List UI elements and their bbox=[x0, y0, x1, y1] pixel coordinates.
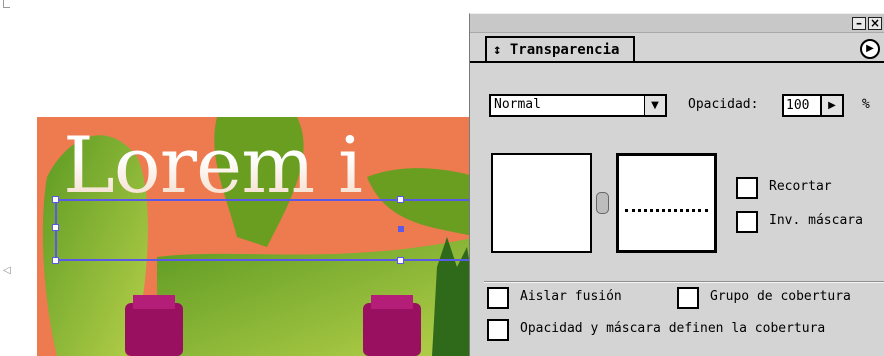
opacity-label: Opacidad: bbox=[688, 97, 759, 112]
tab-label: ↕ Transparencia bbox=[493, 42, 620, 58]
tab-transparencia[interactable]: ↕ Transparencia bbox=[485, 36, 636, 62]
inv-mascara-label: Inv. máscara bbox=[769, 213, 863, 228]
panel-menu-button[interactable]: ▶ bbox=[860, 39, 880, 59]
recortar-label: Recortar bbox=[769, 179, 832, 194]
opacidad-mascara-checkbox[interactable] bbox=[487, 319, 509, 341]
page-arrow-icon: ◁ bbox=[3, 265, 11, 276]
opacity-unit: % bbox=[862, 97, 870, 112]
minimize-button[interactable]: – bbox=[852, 17, 866, 30]
object-thumbnail[interactable] bbox=[491, 153, 592, 253]
crop-mark bbox=[3, 0, 10, 8]
mask-thumbnail[interactable] bbox=[616, 153, 717, 253]
aislar-fusion-label: Aislar fusión bbox=[520, 289, 622, 304]
blend-mode-select[interactable]: Normal ▼ bbox=[489, 94, 667, 117]
selection-handle[interactable] bbox=[52, 196, 59, 203]
grupo-cobertura-label: Grupo de cobertura bbox=[710, 289, 851, 304]
selection-handle[interactable] bbox=[52, 257, 59, 264]
recortar-checkbox[interactable] bbox=[736, 177, 758, 199]
link-icon[interactable] bbox=[596, 192, 609, 214]
selection-center-point[interactable] bbox=[398, 226, 404, 232]
close-button[interactable]: × bbox=[868, 17, 882, 30]
selection-handle[interactable] bbox=[52, 224, 59, 231]
blend-mode-value: Normal bbox=[494, 97, 541, 112]
panel-titlebar[interactable]: – × bbox=[470, 14, 884, 33]
selection-frame[interactable] bbox=[55, 199, 475, 261]
opacity-input[interactable]: 100 bbox=[782, 94, 822, 117]
opacidad-mascara-label: Opacidad y máscara definen la cobertura bbox=[520, 321, 826, 336]
chevron-down-icon[interactable]: ▼ bbox=[644, 96, 665, 115]
mask-preview-line bbox=[625, 209, 708, 212]
selection-handle[interactable] bbox=[397, 196, 404, 203]
opacity-arrow-button[interactable]: ▶ bbox=[822, 94, 844, 117]
panel-divider bbox=[484, 281, 884, 283]
inv-mascara-checkbox[interactable] bbox=[736, 211, 758, 233]
tab-divider bbox=[470, 61, 884, 63]
grupo-cobertura-checkbox[interactable] bbox=[677, 287, 699, 309]
selection-handle[interactable] bbox=[397, 257, 404, 264]
lorem-headline[interactable]: Lorem i bbox=[63, 121, 363, 211]
aislar-fusion-checkbox[interactable] bbox=[487, 287, 509, 309]
transparency-panel: – × ↕ Transparencia ▶ Normal ▼ Opacidad:… bbox=[469, 13, 884, 356]
